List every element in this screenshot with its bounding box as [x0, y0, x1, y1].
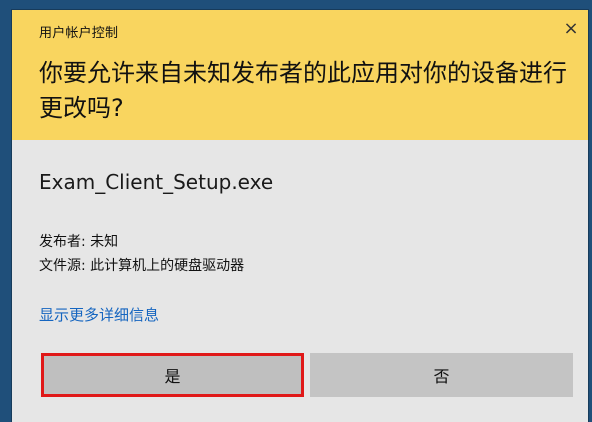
- no-button[interactable]: 否: [310, 353, 573, 397]
- publisher-info: 发布者: 未知: [39, 234, 119, 250]
- show-more-details-link[interactable]: 显示更多详细信息: [39, 304, 159, 325]
- dialog-bottom-space: [12, 406, 588, 422]
- close-button[interactable]: ×: [562, 20, 580, 38]
- dialog-title: 用户帐户控制: [39, 26, 119, 41]
- close-icon: ×: [563, 18, 579, 39]
- source-info: 文件源: 此计算机上的硬盘驱动器: [39, 258, 245, 274]
- dialog-actions: 是 否: [41, 353, 573, 397]
- application-metadata: 发布者: 未知 文件源: 此计算机上的硬盘驱动器: [39, 230, 244, 278]
- dialog-content: Exam_Client_Setup.exe 发布者: 未知 文件源: 此计算机上…: [12, 140, 588, 422]
- application-name: Exam_Client_Setup.exe: [39, 170, 274, 194]
- uac-dialog: 用户帐户控制 × 你要允许来自未知发布者的此应用对你的设备进行更改吗? Exam…: [12, 10, 588, 422]
- desktop-background: 用户帐户控制 × 你要允许来自未知发布者的此应用对你的设备进行更改吗? Exam…: [0, 0, 592, 422]
- dialog-header: 用户帐户控制 × 你要允许来自未知发布者的此应用对你的设备进行更改吗?: [12, 10, 588, 140]
- dialog-question: 你要允许来自未知发布者的此应用对你的设备进行更改吗?: [39, 59, 567, 122]
- yes-button[interactable]: 是: [41, 353, 304, 397]
